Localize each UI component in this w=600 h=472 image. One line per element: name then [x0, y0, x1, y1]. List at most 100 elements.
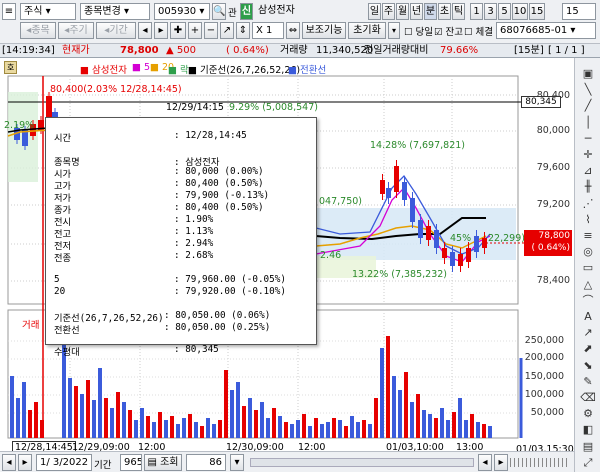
up-arrow-icon[interactable]: ⬈: [579, 341, 597, 356]
tooltip-value: : 80,400 (0.50%): [174, 202, 264, 213]
fibfan-icon[interactable]: ≡: [579, 228, 597, 243]
cycle-button-2[interactable]: 월: [396, 3, 409, 20]
menu-icon[interactable]: ≡: [2, 3, 16, 20]
fit-icon[interactable]: ⇔: [286, 22, 300, 39]
stock-code-value: 005930: [158, 6, 197, 17]
lookup-button[interactable]: ▤ 조회: [144, 454, 182, 471]
layout-icon[interactable]: ◧: [579, 422, 597, 437]
check-balance[interactable]: ☑ 잔고: [434, 24, 463, 38]
config-icon[interactable]: ▾: [388, 22, 400, 39]
channel-icon[interactable]: ╫: [579, 179, 597, 194]
volume-bar: [182, 418, 186, 438]
pct-annotation-2: 14.28% (7,697,821): [370, 140, 466, 151]
arrow-icon[interactable]: ↗: [579, 325, 597, 340]
nav-last-icon[interactable]: ▸: [18, 454, 32, 471]
select-icon[interactable]: ▣: [579, 66, 597, 81]
account-select[interactable]: 68076685-01 ▾: [496, 22, 596, 39]
row2-button-stock[interactable]: ◂종목: [20, 22, 56, 39]
volume-bar: [164, 420, 168, 438]
zoom-out-icon[interactable]: −: [204, 22, 218, 39]
triangle-icon[interactable]: △: [579, 277, 597, 292]
expand-icon[interactable]: ⤢: [579, 455, 597, 470]
pct-annotation-4: 2.46: [320, 250, 342, 261]
crosshair-icon[interactable]: ✚: [170, 22, 186, 39]
tooltip-value: : 2.68%: [174, 250, 214, 261]
ray-icon[interactable]: ⋰: [579, 196, 597, 211]
volume-bar: [428, 414, 432, 438]
line-icon[interactable]: ╲: [579, 82, 597, 97]
volume-bar: [278, 416, 282, 438]
down-arrow-icon[interactable]: ⬊: [579, 358, 597, 373]
market-select[interactable]: 주식 ▾: [20, 3, 76, 20]
cycle-button-3[interactable]: 년: [410, 3, 423, 20]
stock-code-input[interactable]: 005930 ▾: [154, 3, 210, 20]
cycle-button-0[interactable]: 일: [368, 3, 381, 20]
period-button-3[interactable]: 10: [512, 3, 528, 20]
count-input[interactable]: 965: [120, 454, 142, 471]
volume-bar: [272, 408, 276, 438]
trendline-icon[interactable]: ╱: [579, 98, 597, 113]
text-icon[interactable]: A: [579, 309, 597, 324]
nav-first-icon[interactable]: ◂: [2, 454, 16, 471]
pen-icon[interactable]: ✎: [579, 374, 597, 389]
cycle-button-5[interactable]: 초: [438, 3, 451, 20]
multiplier-select[interactable]: X 1: [252, 22, 284, 39]
volume-bar: [344, 426, 348, 438]
tooltip-value: : 12/28,14:45: [174, 130, 247, 141]
check-fill[interactable]: ☐ 체결: [464, 24, 493, 38]
candle-body: [458, 254, 463, 266]
quote-bar: [14:19:34] 현재가 78,800 ▲ 500 ( 0.64%) 거래량…: [0, 44, 600, 58]
quote-time: [14:19:34]: [2, 45, 55, 56]
cycle-button-1[interactable]: 주: [382, 3, 395, 20]
scroll-track[interactable]: [250, 458, 474, 467]
reset-button[interactable]: 초기화: [348, 22, 386, 39]
pct-annotation-7: 22,299): [488, 233, 525, 244]
stock-group-select[interactable]: 종목변경 ▾: [80, 3, 150, 20]
arc-icon[interactable]: ⌒: [579, 293, 597, 308]
scroll-left-icon[interactable]: ◂: [138, 22, 152, 39]
candle-body: [410, 198, 415, 222]
period-button-4[interactable]: 15: [529, 3, 545, 20]
indicator-button[interactable]: 보조기능: [302, 22, 346, 39]
resize-grip[interactable]: [510, 458, 570, 467]
data-tooltip: 시간: 12/28,14:45 종목명: 삼성전자 시가: 80,000 (0.00…: [45, 117, 317, 358]
volume-bar: [200, 426, 204, 438]
cross-icon[interactable]: ✛: [579, 147, 597, 162]
split-icon[interactable]: ⇕: [236, 22, 250, 39]
vline-icon[interactable]: │: [579, 115, 597, 130]
zoom-in-icon[interactable]: +: [188, 22, 202, 39]
gear-icon[interactable]: ⚙: [579, 406, 597, 421]
circle-icon[interactable]: ◎: [579, 244, 597, 259]
period-button-0[interactable]: 1: [470, 3, 483, 20]
list-icon[interactable]: ▤: [579, 439, 597, 454]
cycle-button-4[interactable]: 분: [424, 3, 437, 20]
angle-icon[interactable]: ⊿: [579, 163, 597, 178]
trend-icon[interactable]: ↗: [220, 22, 234, 39]
rect-icon[interactable]: ▭: [579, 260, 597, 275]
volume-bar: [404, 372, 408, 438]
page-nav[interactable]: [ 1 / 1 ]: [548, 44, 585, 58]
volume-bar: [16, 398, 20, 438]
eraser-icon[interactable]: ⌫: [579, 390, 597, 405]
search-icon[interactable]: 🔍: [212, 3, 226, 20]
tooltip-value: : 80,050.00 (0.06%): [164, 310, 271, 321]
row2-button-period[interactable]: ◂기간: [96, 22, 136, 39]
period-button-1[interactable]: 3: [484, 3, 497, 20]
volume-bar: [74, 386, 78, 438]
cycle-button-6[interactable]: 틱: [452, 3, 465, 20]
fib-icon[interactable]: ⌇: [579, 212, 597, 227]
num-input[interactable]: 86: [186, 454, 226, 471]
period-input[interactable]: 15: [562, 3, 596, 20]
scroll-right-icon[interactable]: ▸: [154, 22, 168, 39]
hline-icon[interactable]: ─: [579, 131, 597, 146]
check-today[interactable]: ☐ 당일: [404, 24, 433, 38]
scroll-left-btn[interactable]: ◂: [478, 454, 492, 471]
period-button-2[interactable]: 5: [498, 3, 511, 20]
volume-bar: [68, 378, 72, 438]
legend-price: ■ 삼성전자: [80, 65, 127, 76]
scroll-right-btn[interactable]: ▸: [494, 454, 508, 471]
date-input[interactable]: 1/ 3/2022: [36, 454, 92, 471]
row2-button-cycle[interactable]: ◂주기: [58, 22, 94, 39]
zoom-down-icon[interactable]: ▾: [230, 454, 244, 471]
volume-bar: [10, 376, 14, 438]
